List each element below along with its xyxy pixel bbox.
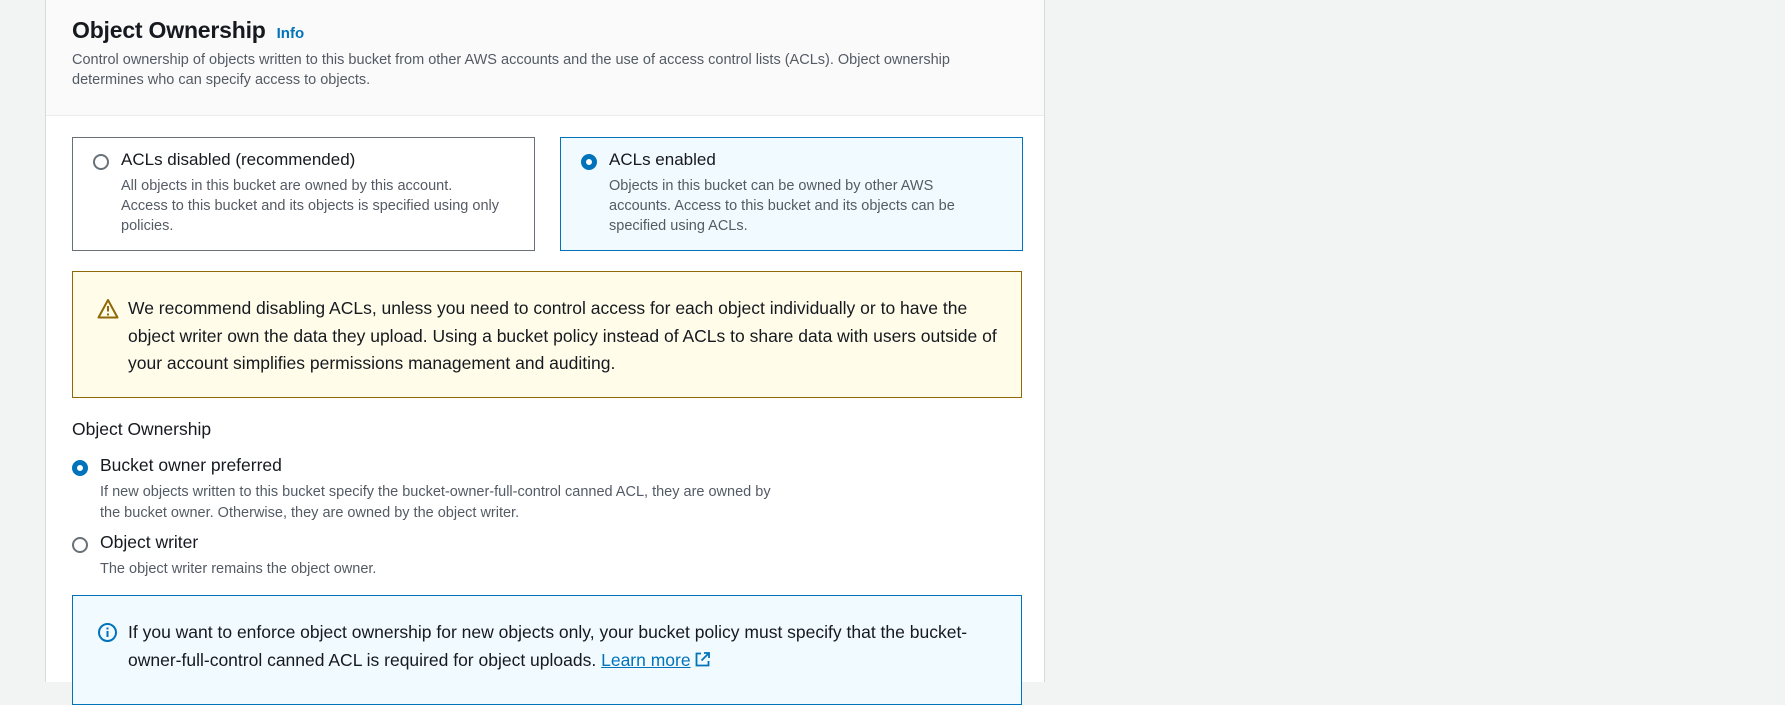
option-title: Object writer: [100, 532, 199, 552]
acls-enabled-radio[interactable]: [581, 154, 597, 170]
warning-icon: [97, 299, 119, 319]
tile-description: All objects in this bucket are owned by …: [121, 178, 499, 234]
bucket-owner-preferred-radio[interactable]: [72, 460, 88, 476]
section-description: Control ownership of objects written to …: [72, 52, 950, 88]
tile-acls-disabled[interactable]: ACLs disabled (recommended) All objects …: [72, 137, 535, 251]
tile-title: ACLs disabled (recommended): [121, 150, 356, 169]
tile-title: ACLs enabled: [609, 150, 716, 169]
info-link[interactable]: Info: [277, 25, 305, 42]
object-ownership-panel: Object Ownership Info Control ownership …: [45, 0, 1045, 705]
option-description: The object writer remains the object own…: [100, 561, 377, 577]
learn-more-link[interactable]: Learn more: [601, 650, 691, 670]
option-description: If new objects written to this bucket sp…: [100, 484, 771, 521]
info-alert: If you want to enforce object ownership …: [72, 595, 1022, 705]
tile-description: Objects in this bucket can be owned by o…: [609, 178, 955, 234]
warning-alert: We recommend disabling ACLs, unless you …: [72, 271, 1022, 398]
panel-header: Object Ownership Info Control ownership …: [46, 0, 1044, 116]
acls-disabled-radio[interactable]: [93, 154, 109, 170]
section-title: Object Ownership: [72, 17, 266, 43]
ownership-label: Object Ownership: [72, 419, 212, 439]
info-text: If you want to enforce object ownership …: [128, 618, 998, 674]
info-message: If you want to enforce object ownership …: [128, 622, 968, 670]
external-link-icon[interactable]: [694, 651, 711, 668]
title-row: Object Ownership Info: [72, 17, 304, 44]
tile-acls-enabled[interactable]: ACLs enabled Objects in this bucket can …: [560, 137, 1023, 251]
object-writer-radio[interactable]: [72, 537, 88, 553]
option-title: Bucket owner preferred: [100, 455, 282, 475]
warning-text: We recommend disabling ACLs, unless you …: [128, 298, 997, 373]
info-icon: [98, 623, 117, 642]
